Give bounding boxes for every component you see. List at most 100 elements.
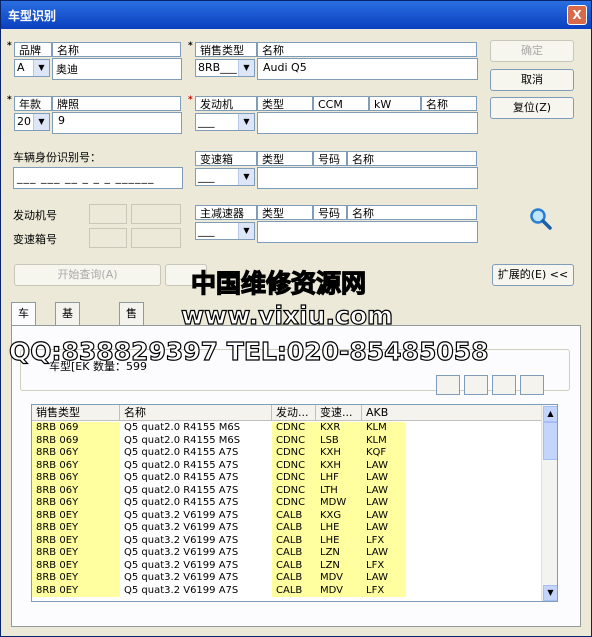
scroll-down-icon[interactable]: ▼	[543, 585, 557, 601]
table-cell: CDNC	[272, 484, 316, 497]
table-row[interactable]: 8RB 0EY Q5 quat3.2 V6199 A7S CALB KXG LAW	[32, 509, 542, 522]
brand-name-field[interactable]: 奥迪	[52, 58, 182, 80]
table-row[interactable]: 8RB 06Y Q5 quat2.0 R4155 A7S CDNC KXH KQF	[32, 447, 542, 460]
table-row[interactable]: 8RB 069 Q5 quat2.0 R4155 M6S CDNC LSB KLM	[32, 434, 542, 447]
vertical-scrollbar[interactable]: ▲ ▼	[541, 405, 557, 601]
tab-basic-data[interactable]: 基本数据	[55, 302, 80, 386]
watermark-line1: 中国维修资源网	[190, 268, 367, 298]
scroll-up-icon[interactable]: ▲	[543, 406, 557, 422]
filter-icon[interactable]	[492, 375, 516, 395]
table-cell: CDNC	[272, 472, 316, 485]
table-cell: KXH	[316, 459, 362, 472]
table-cell: LAW	[362, 497, 406, 510]
gearbox-type-label: 类型	[257, 151, 313, 166]
final-drive-select[interactable]: ___ ▼	[195, 222, 255, 240]
gearbox-number-field-2[interactable]	[131, 228, 181, 248]
table-cell: LZN	[316, 559, 362, 572]
table-cell: KQF	[362, 447, 406, 460]
year-select[interactable]: 20 ▼	[14, 113, 50, 131]
table-row[interactable]: 8RB 0EY Q5 quat3.2 V6199 A7S CALB MDV LAW	[32, 572, 542, 585]
table-cell: KXR	[316, 422, 362, 435]
table-cell: 8RB 06Y	[32, 472, 120, 485]
engine-number-label: 发动机号	[13, 209, 57, 222]
sales-name-field[interactable]: Audi Q5	[257, 58, 478, 80]
table-row[interactable]: 8RB 0EY Q5 quat3.2 V6199 A7S CALB LZN LFX	[32, 559, 542, 572]
sales-type-select[interactable]: 8RB___ ▼	[195, 59, 255, 77]
print-icon[interactable]	[436, 375, 460, 395]
dropdown-icon[interactable]	[520, 375, 544, 395]
brand-select[interactable]: A ▼	[14, 59, 50, 77]
export-icon[interactable]	[464, 375, 488, 395]
column-header-engine[interactable]: 发动...	[272, 405, 316, 421]
expand-button[interactable]: 扩展的(E) <<	[492, 264, 574, 286]
table-cell: Q5 quat3.2 V6199 A7S	[124, 559, 239, 571]
engine-number-field-1[interactable]	[89, 204, 127, 224]
table-cell: LHE	[316, 522, 362, 535]
engine-type-label: 类型	[257, 96, 313, 111]
tab-service-data[interactable]: 售后服务数据	[119, 302, 144, 430]
watermark-line3: QQ:838829397 TEL:020-85485058	[8, 336, 489, 366]
table-cell: 8RB 0EY	[32, 572, 120, 585]
table-cell: LAW	[362, 484, 406, 497]
table-cell: LAW	[362, 509, 406, 522]
tab-vehicle-type[interactable]: 车型	[11, 302, 36, 342]
sales-name-label: 名称	[257, 42, 477, 57]
required-star: *	[188, 41, 193, 51]
required-star: *	[188, 95, 193, 105]
magnifier-icon[interactable]	[529, 207, 553, 231]
scroll-thumb[interactable]	[543, 422, 557, 460]
table-cell: CDNC	[272, 434, 316, 447]
gearbox-label: 变速箱	[195, 151, 257, 166]
cancel-button[interactable]: 取消	[490, 69, 574, 91]
brand-name-label: 名称	[52, 42, 181, 57]
table-row[interactable]: 8RB 06Y Q5 quat2.0 R4155 A7S CDNC LTH LAW	[32, 484, 542, 497]
table-cell: 8RB 0EY	[32, 547, 120, 560]
column-header-akb[interactable]: AKB	[362, 405, 542, 421]
table-row[interactable]: 8RB 06Y Q5 quat2.0 R4155 A7S CDNC MDW LAW	[32, 497, 542, 510]
vehicle-identification-window: 车型识别 X 确定 取消 复位(Z) * 品牌 名称 A ▼ 奥迪 * 销售类型 …	[0, 0, 592, 637]
column-header-name[interactable]: 名称	[120, 405, 272, 421]
table-cell: Q5 quat3.2 V6199 A7S	[124, 547, 239, 558]
close-button[interactable]: X	[567, 5, 587, 25]
engine-label: 发动机	[195, 96, 257, 111]
engine-select[interactable]: ___ ▼	[195, 113, 255, 131]
table-cell: KXH	[316, 447, 362, 460]
ok-button[interactable]: 确定	[490, 40, 574, 62]
table-cell: Q5 quat3.2 V6199 A7S	[124, 509, 239, 521]
table-cell: LHF	[316, 472, 362, 485]
engine-number-field-2[interactable]	[131, 204, 181, 224]
table-row[interactable]: 8RB 06Y Q5 quat2.0 R4155 A7S CDNC LHF LAW	[32, 472, 542, 485]
gearbox-number-field-1[interactable]	[89, 228, 127, 248]
reset-button[interactable]: 复位(Z)	[490, 97, 574, 119]
table-cell: LAW	[362, 547, 406, 560]
table-cell: LFX	[362, 534, 406, 547]
vin-field[interactable]: ___ ___ __ _ _ _ ______	[13, 167, 183, 189]
table-cell: 8RB 0EY	[32, 509, 120, 522]
table-cell: Q5 quat3.2 V6199 A7S	[124, 534, 239, 546]
final-drive-number-label: 号码	[313, 205, 347, 220]
table-row[interactable]: 8RB 069 Q5 quat2.0 R4155 M6S CDNC KXR KLM	[32, 422, 542, 435]
engine-name-label: 名称	[421, 96, 477, 111]
table-cell: Q5 quat3.2 V6199 A7S	[124, 522, 239, 533]
table-row[interactable]: 8RB 0EY Q5 quat3.2 V6199 A7S CALB LHE LAW	[32, 522, 542, 535]
start-query-button[interactable]: 开始查询(A)	[14, 264, 161, 286]
table-cell: LFX	[362, 559, 406, 572]
table-cell: CDNC	[272, 422, 316, 435]
table-cell: KLM	[362, 434, 406, 447]
table-row[interactable]: 8RB 0EY Q5 quat3.2 V6199 A7S CALB MDV LFX	[32, 584, 542, 597]
table-cell: Q5 quat2.0 R4155 A7S	[124, 472, 239, 483]
engine-kw-label: kW	[369, 96, 421, 111]
table-cell: CALB	[272, 522, 316, 535]
plate-field[interactable]: 9	[52, 112, 182, 134]
gearbox-select[interactable]: ___ ▼	[195, 168, 255, 186]
table-cell: CALB	[272, 584, 316, 597]
final-drive-name-label: 名称	[347, 205, 477, 220]
table-cell: LHE	[316, 534, 362, 547]
table-row[interactable]: 8RB 0EY Q5 quat3.2 V6199 A7S CALB LHE LFX	[32, 534, 542, 547]
column-header-sales-type[interactable]: 销售类型	[32, 405, 120, 421]
table-cell: MDV	[316, 572, 362, 585]
table-row[interactable]: 8RB 06Y Q5 quat2.0 R4155 A7S CDNC KXH LAW	[32, 459, 542, 472]
column-header-gearbox[interactable]: 变速...	[316, 405, 362, 421]
table-cell: Q5 quat2.0 R4155 A7S	[124, 484, 239, 496]
table-row[interactable]: 8RB 0EY Q5 quat3.2 V6199 A7S CALB LZN LAW	[32, 547, 542, 560]
